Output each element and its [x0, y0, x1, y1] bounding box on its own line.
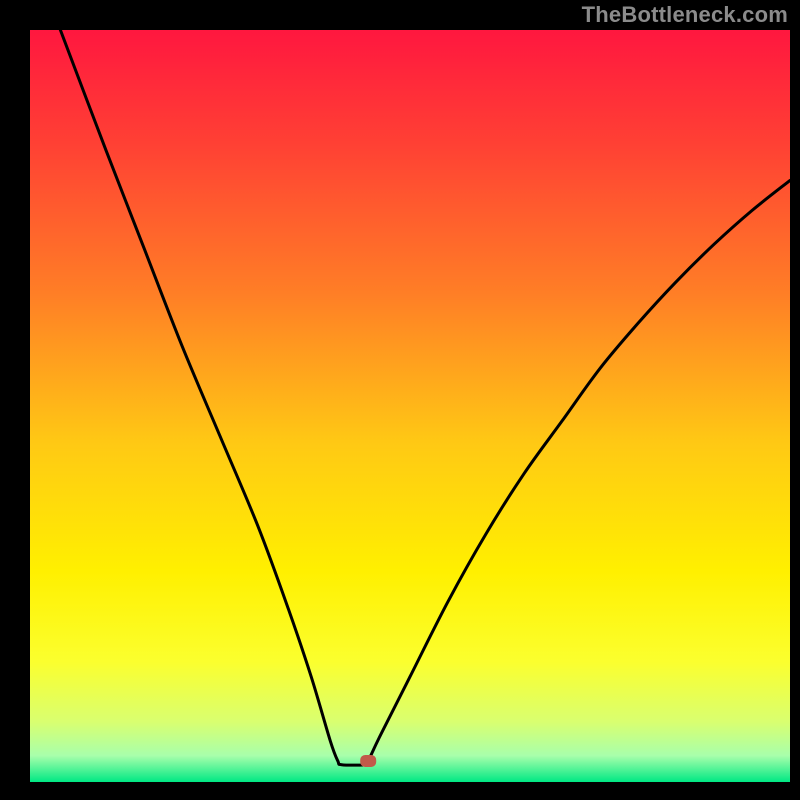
bottleneck-chart — [0, 0, 800, 800]
chart-container: TheBottleneck.com — [0, 0, 800, 800]
optimal-point-marker — [360, 755, 376, 767]
plot-area — [30, 30, 790, 782]
watermark-text: TheBottleneck.com — [582, 2, 788, 28]
